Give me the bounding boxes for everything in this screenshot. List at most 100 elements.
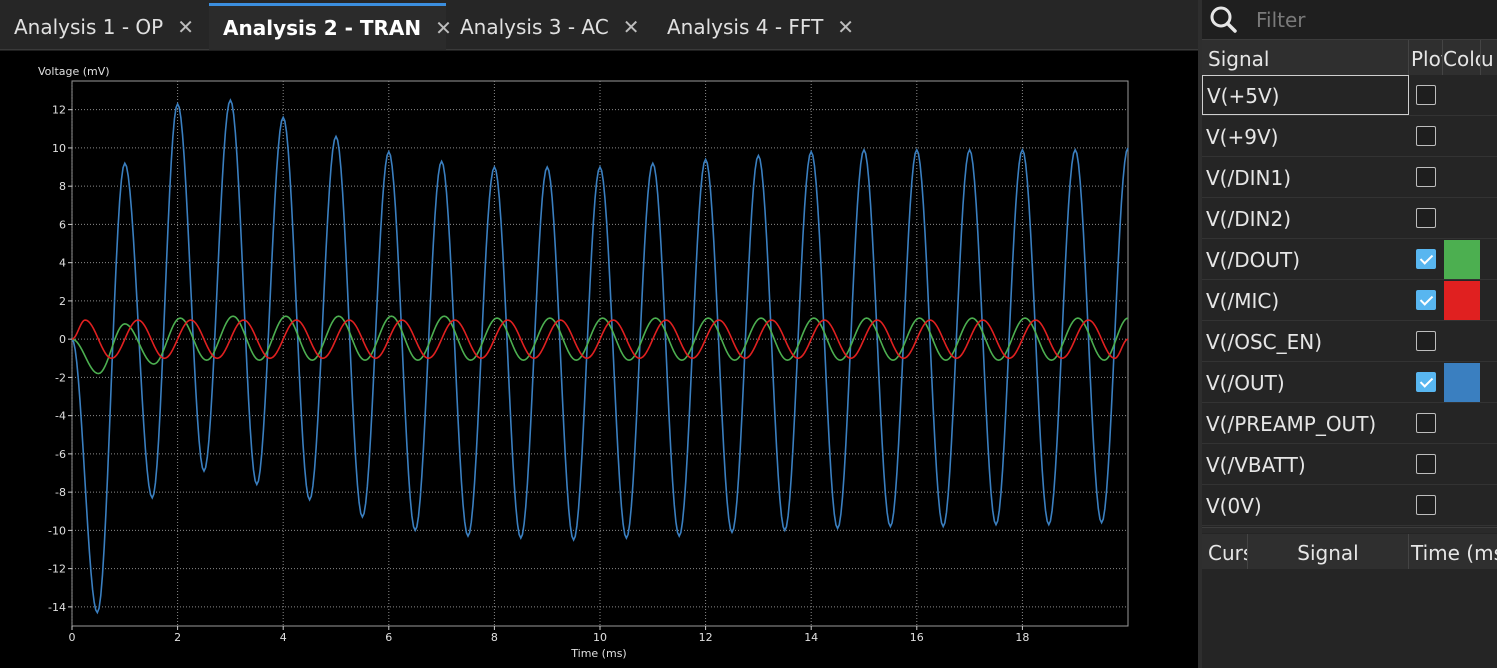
plot-cell [1409,280,1443,320]
signal-row[interactable]: V(/DOUT) [1202,239,1497,280]
x-tick-label: 12 [699,631,713,644]
trace-v-mic- [71,319,1129,360]
signal-name: V(+5V) [1202,75,1409,115]
signal-row[interactable]: V(/OUT) [1202,362,1497,403]
plot-traces [71,98,1129,615]
close-icon[interactable]: ✕ [177,15,194,39]
color-cell[interactable] [1443,403,1481,443]
column-header-signal[interactable]: Signal [1248,534,1409,569]
tab-analysis-2[interactable]: Analysis 2 - TRAN ✕ [209,3,452,50]
tab-label: Analysis 4 - FFT [667,14,824,39]
plot-checkbox[interactable] [1416,495,1436,515]
plot-checkbox[interactable] [1416,413,1436,433]
signal-name: V(+9V) [1206,125,1279,149]
signals-table-header: Signal Plot Color u [1202,40,1497,75]
y-tick-label: -12 [48,563,66,576]
plot-cell [1409,157,1443,197]
plot-checkbox[interactable] [1416,372,1436,392]
x-tick-label: 0 [69,631,76,644]
color-cell[interactable] [1443,75,1481,115]
x-tick-label: 18 [1015,631,1029,644]
signal-row[interactable]: V(/DIN2) [1202,198,1497,239]
plot-cell [1409,403,1443,443]
signal-row[interactable]: V(0V) [1202,485,1497,526]
column-header-time[interactable]: Time (ms) [1409,534,1497,569]
plot-cell [1409,116,1443,156]
y-axis-ticks: 12 10 8 6 4 2 0 -2 -4 -6 -8 -10 -12 -14 [48,104,72,614]
close-icon[interactable]: ✕ [837,15,854,39]
plot-checkbox[interactable] [1416,208,1436,228]
tab-analysis-1[interactable]: Analysis 1 - OP ✕ [0,3,209,50]
tab-analysis-4[interactable]: Analysis 4 - FFT ✕ [653,3,863,50]
signals-table-body: V(+5V) V(+9V) V(/DIN1) V(/DIN2) V(/DOUT) V(/M… [1202,75,1497,526]
color-cell[interactable] [1443,116,1481,156]
y-tick-label: 2 [59,295,66,308]
color-cell[interactable] [1443,362,1481,402]
cursors-table-header: Cursor Signal Time (ms) [1202,534,1497,569]
color-cell[interactable] [1443,485,1481,525]
plot-checkbox[interactable] [1416,167,1436,187]
signal-row[interactable]: V(/VBATT) [1202,444,1497,485]
y-tick-label: 8 [59,180,66,193]
signal-name: V(/PREAMP_OUT) [1206,412,1377,436]
signal-name: V(/VBATT) [1206,453,1306,477]
color-swatch[interactable] [1444,280,1480,320]
x-tick-label: 8 [491,631,498,644]
tab-analysis-3[interactable]: Analysis 3 - AC ✕ [446,3,653,50]
plot-cell [1409,239,1443,279]
y-tick-label: -2 [55,371,66,384]
signal-row[interactable]: V(/OSC_EN) [1202,321,1497,362]
plot-checkbox[interactable] [1416,331,1436,351]
x-tick-label: 2 [174,631,181,644]
y-tick-label: 12 [52,104,66,117]
signal-name: V(/OSC_EN) [1206,330,1323,354]
y-tick-label: -4 [55,410,66,423]
tab-label: Analysis 1 - OP [14,14,164,39]
signal-row[interactable]: V(+5V) [1202,75,1497,116]
signal-row[interactable]: V(/DIN1) [1202,157,1497,198]
color-swatch[interactable] [1444,239,1480,279]
plot-area[interactable]: 12 10 8 6 4 2 0 -2 -4 -6 -8 -10 -12 -14 0 2 4 6 8 10 12 14 16… [0,51,1198,668]
x-tick-label: 16 [910,631,924,644]
column-header-plot[interactable]: Plot [1409,40,1443,75]
color-cell[interactable] [1443,239,1481,279]
plot-checkbox[interactable] [1416,249,1436,269]
color-cell[interactable] [1443,321,1481,361]
y-tick-label: -10 [48,524,66,537]
color-cell[interactable] [1443,157,1481,197]
plot-cell [1409,362,1443,402]
signal-name: V(/DIN1) [1206,166,1292,190]
signal-filter-input[interactable] [1256,7,1496,32]
column-header-color[interactable]: Color [1443,40,1481,75]
signal-name: V(/DOUT) [1206,248,1301,272]
signal-name: V(/OUT) [1206,371,1285,395]
transient-plot[interactable]: 12 10 8 6 4 2 0 -2 -4 -6 -8 -10 -12 -14 0 2 4 6 8 10 12 14 16… [0,51,1198,668]
color-cell[interactable] [1443,444,1481,484]
simulator-window: Analysis 1 - OP ✕ Analysis 2 - TRAN ✕ An… [0,0,1497,668]
x-tick-label: 6 [385,631,392,644]
column-header-cursor[interactable]: Cursor [1202,534,1248,569]
tab-label: Analysis 3 - AC [460,14,609,39]
column-header-signal[interactable]: Signal [1202,40,1409,75]
y-axis-label: Voltage (mV) [38,65,110,78]
trace-v-out- [71,98,1129,615]
plot-cell [1409,485,1443,525]
signal-row[interactable]: V(/MIC) [1202,280,1497,321]
signal-name: V(/MIC) [1206,289,1280,313]
signal-row[interactable]: V(+9V) [1202,116,1497,157]
plot-cell [1409,321,1443,361]
plot-checkbox[interactable] [1416,454,1436,474]
signal-filter-bar [1202,0,1497,40]
color-cell[interactable] [1443,198,1481,238]
color-cell[interactable] [1443,280,1481,320]
plot-checkbox[interactable] [1416,126,1436,146]
table-splitter[interactable] [1202,527,1497,533]
plot-cell [1409,444,1443,484]
signal-row[interactable]: V(/PREAMP_OUT) [1202,403,1497,444]
close-icon[interactable]: ✕ [623,15,640,39]
plot-checkbox[interactable] [1416,85,1436,105]
color-swatch[interactable] [1444,362,1480,402]
column-header-unit[interactable]: u [1481,40,1497,75]
tab-label: Analysis 2 - TRAN [223,16,422,40]
plot-checkbox[interactable] [1416,290,1436,310]
